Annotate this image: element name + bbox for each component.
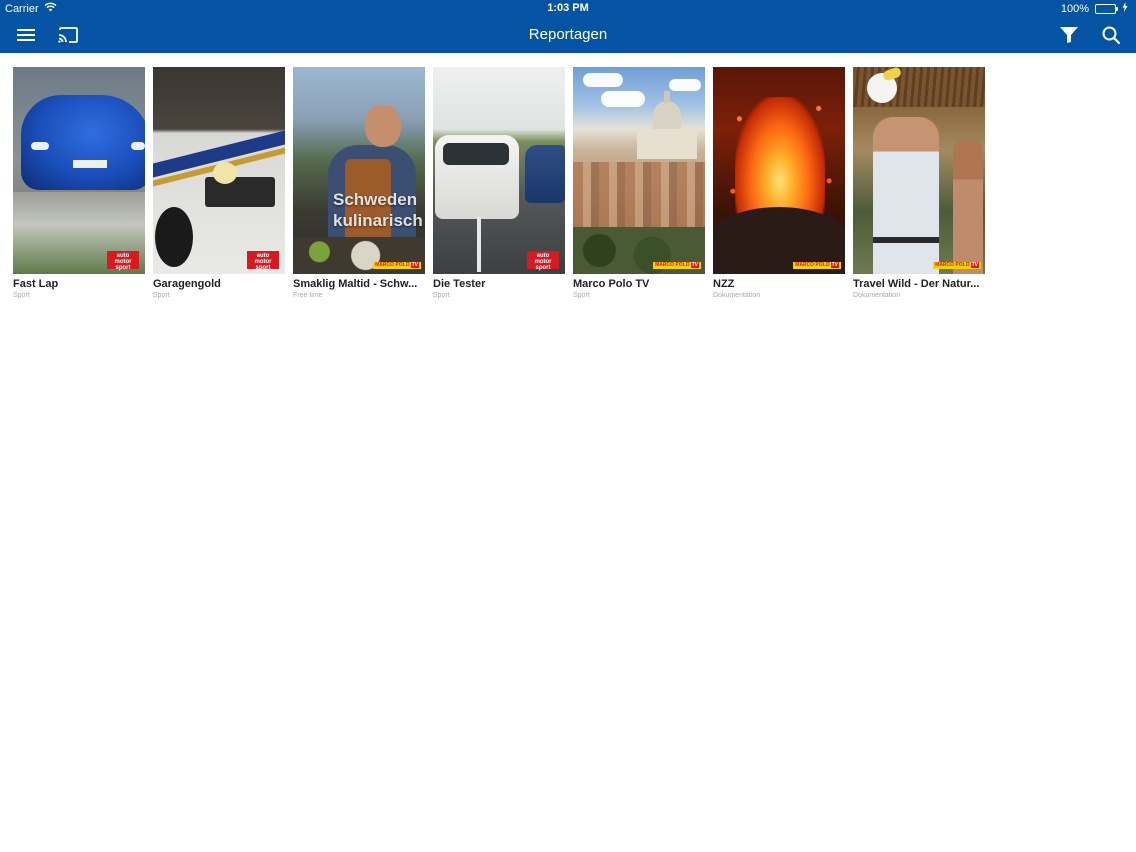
card-smaklig-maltid[interactable]: Schweden kulinarisch MARCO POLO TV Smakli…: [293, 67, 425, 299]
thumbnail-image: auto motor sport: [13, 67, 145, 274]
auto-motor-sport-logo: auto motor sport: [247, 251, 279, 271]
card-category: Dokumentation: [713, 292, 761, 299]
card-category: Sport: [573, 292, 590, 299]
card-category: Free time: [293, 292, 323, 299]
card-travel-wild[interactable]: MARCO POLO TV Travel Wild - Der Natur... …: [853, 67, 985, 299]
card-title: Fast Lap: [13, 278, 59, 290]
card-title: NZZ: [713, 278, 735, 290]
marco-polo-tv-logo: MARCO POLO TV: [933, 262, 981, 269]
thumbnail-image: auto motor sport: [153, 67, 285, 274]
auto-motor-sport-logo: auto motor sport: [527, 251, 559, 271]
card-die-tester[interactable]: auto motor sport Die Tester Sport: [433, 67, 565, 299]
page-title: Reportagen: [528, 26, 608, 43]
auto-motor-sport-logo: auto motor sport: [107, 251, 139, 271]
charging-icon: [1122, 2, 1128, 15]
thumbnail-image: Schweden kulinarisch MARCO POLO TV: [293, 67, 425, 274]
marco-polo-tv-logo: MARCO POLO TV: [793, 262, 841, 269]
search-icon[interactable]: [1099, 24, 1123, 46]
thumbnail-image: MARCO POLO TV: [853, 67, 985, 274]
card-category: Sport: [13, 292, 30, 299]
card-nzz[interactable]: MARCO POLO TV NZZ Dokumentation: [713, 67, 845, 299]
clock: 1:03 PM: [547, 2, 589, 14]
card-category: Sport: [153, 292, 170, 299]
card-title: Garagengold: [153, 278, 221, 290]
reportage-grid: auto motor sport Fast Lap Sport auto motor s…: [13, 67, 985, 299]
thumbnail-image: MARCO POLO TV: [573, 67, 705, 274]
nav-bar: Reportagen: [0, 18, 1136, 53]
marco-polo-tv-logo: MARCO POLO TV: [653, 262, 701, 269]
status-bar: Carrier 1:03 PM 100%: [0, 0, 1136, 18]
marco-polo-tv-logo: MARCO POLO TV: [373, 262, 421, 269]
card-title: Travel Wild - Der Natur...: [853, 278, 980, 290]
card-category: Sport: [433, 292, 450, 299]
card-title: Smaklig Maltid - Schw...: [293, 278, 418, 290]
battery-percent: 100%: [1060, 2, 1089, 15]
card-title: Die Tester: [433, 278, 486, 290]
card-fast-lap[interactable]: auto motor sport Fast Lap Sport: [13, 67, 145, 299]
filter-icon[interactable]: [1057, 24, 1081, 46]
thumbnail-image: MARCO POLO TV: [713, 67, 845, 274]
card-category: Dokumentation: [853, 292, 901, 299]
card-marco-polo-tv[interactable]: MARCO POLO TV Marco Polo TV Sport: [573, 67, 705, 299]
card-garagengold[interactable]: auto motor sport Garagengold Sport: [153, 67, 285, 299]
card-title: Marco Polo TV: [573, 278, 650, 290]
thumbnail-image: auto motor sport: [433, 67, 565, 274]
battery-icon: [1095, 3, 1118, 14]
status-right: 100%: [1061, 2, 1128, 15]
thumbnail-overlay-text: Schweden kulinarisch: [333, 190, 423, 230]
